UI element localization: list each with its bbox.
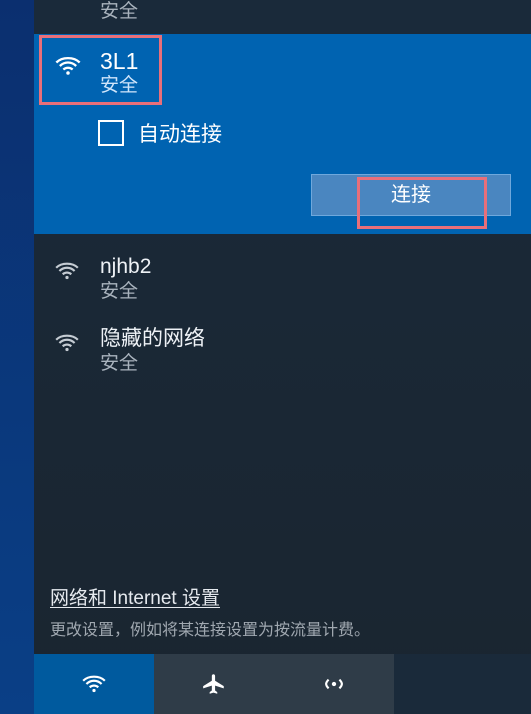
wifi-icon xyxy=(54,326,86,356)
network-item[interactable]: njhb2 安全 xyxy=(34,234,531,314)
toggle-hotspot[interactable] xyxy=(274,654,394,714)
network-settings-link[interactable]: 网络和 Internet 设置 xyxy=(50,583,220,610)
wifi-icon xyxy=(54,254,86,284)
settings-section: 网络和 Internet 设置 更改设置，例如将某连接设置为按流量计费。 xyxy=(34,583,531,654)
network-ssid: 3L1 xyxy=(100,48,511,74)
network-item-selected[interactable]: 3L1 安全 xyxy=(34,34,531,112)
quick-toggles xyxy=(34,654,531,714)
auto-connect-checkbox[interactable] xyxy=(98,120,124,146)
connect-button[interactable]: 连接 xyxy=(311,174,511,216)
network-security: 安全 xyxy=(100,74,511,98)
network-security: 安全 xyxy=(100,0,511,24)
network-list: 安全 3L1 安全 xyxy=(34,0,531,583)
toggle-airplane[interactable] xyxy=(154,654,274,714)
wifi-icon xyxy=(54,0,86,4)
network-expanded-area: 自动连接 连接 xyxy=(34,112,531,234)
network-security: 安全 xyxy=(100,352,511,376)
wifi-icon xyxy=(54,48,86,80)
wifi-flyout-panel: 安全 3L1 安全 xyxy=(34,0,531,714)
auto-connect-row[interactable]: 自动连接 xyxy=(98,118,511,148)
network-item-hidden[interactable]: 隐藏的网络 安全 xyxy=(34,314,531,386)
network-security: 安全 xyxy=(100,280,511,304)
desktop-background-strip xyxy=(0,0,34,714)
toggle-wifi[interactable] xyxy=(34,654,154,714)
network-ssid: njhb2 xyxy=(100,254,511,280)
settings-subtitle: 更改设置，例如将某连接设置为按流量计费。 xyxy=(50,616,515,640)
network-item-partial[interactable]: 安全 xyxy=(34,0,531,34)
network-ssid: 隐藏的网络 xyxy=(100,326,511,352)
auto-connect-label: 自动连接 xyxy=(138,118,222,148)
